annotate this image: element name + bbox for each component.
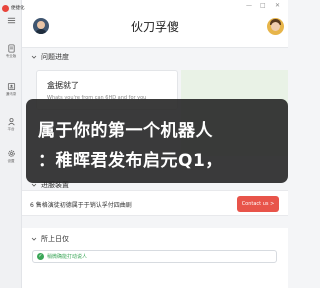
check-icon: ✓ [37,253,44,260]
sidebar: 专业版 通讯录 平台 设置 [0,0,22,288]
app-brand: 便捷化 [2,3,36,13]
sidebar-item-contacts[interactable]: 通讯录 [0,82,22,97]
app-logo-icon [2,4,9,12]
menu-icon [7,17,15,24]
sidebar-item-label: 平台 [7,127,15,131]
page-title: 伙刀孚傻 [130,20,179,34]
minimize-icon[interactable]: — [246,2,252,9]
sidebar-item-label: 通讯录 [5,92,17,96]
section-header-progress[interactable]: 问题进度 [22,52,288,62]
status-panel: 所上日仅 ✓ 稍微确能打动说人 [22,228,288,288]
list-item: 6 售格演徒初德属于于销认孚付四曲剧 Contact us > [22,190,288,216]
gear-icon [7,150,15,157]
contact-us-button[interactable]: Contact us > [237,196,279,212]
chat-header: — □ ✕ 伙刀孚傻 [22,0,288,48]
card-title: 盒据就了 [47,81,79,90]
sidebar-item-pro[interactable]: 专业版 [0,44,22,59]
sidebar-item-label: 设置 [7,159,15,163]
user-icon [7,118,15,126]
maximize-icon[interactable]: □ [260,2,266,9]
user-avatar[interactable] [267,18,284,35]
app-name: 便捷化 [11,6,25,11]
document-icon [7,44,15,53]
status-text: 稍微确能打动说人 [47,254,88,260]
section-title: 问题进度 [41,53,69,61]
status-field[interactable]: ✓ 稍微确能打动说人 [32,250,277,263]
sidebar-item-platform[interactable]: 平台 [0,117,22,132]
chevron-down-icon [31,237,37,241]
list-item-text: 6 售格演徒初德属于于销认孚付四曲剧 [30,202,132,209]
close-icon[interactable]: ✕ [275,2,280,9]
contacts-icon [7,82,15,91]
caption-line-1: 属于你的第一个机器人 [38,121,213,141]
chevron-down-icon [31,55,37,59]
sidebar-item-label: 专业版 [5,54,17,58]
sidebar-item-menu[interactable] [0,16,22,25]
sidebar-item-settings[interactable]: 设置 [0,149,22,164]
section-header-date[interactable]: 所上日仅 [22,234,288,244]
caption-overlay: 属于你的第一个机器人 ：稚晖君发布启元Q1， [26,99,288,183]
section-title: 所上日仅 [41,235,69,243]
caption-line-2: ：稚晖君发布启元Q1， [38,151,223,171]
